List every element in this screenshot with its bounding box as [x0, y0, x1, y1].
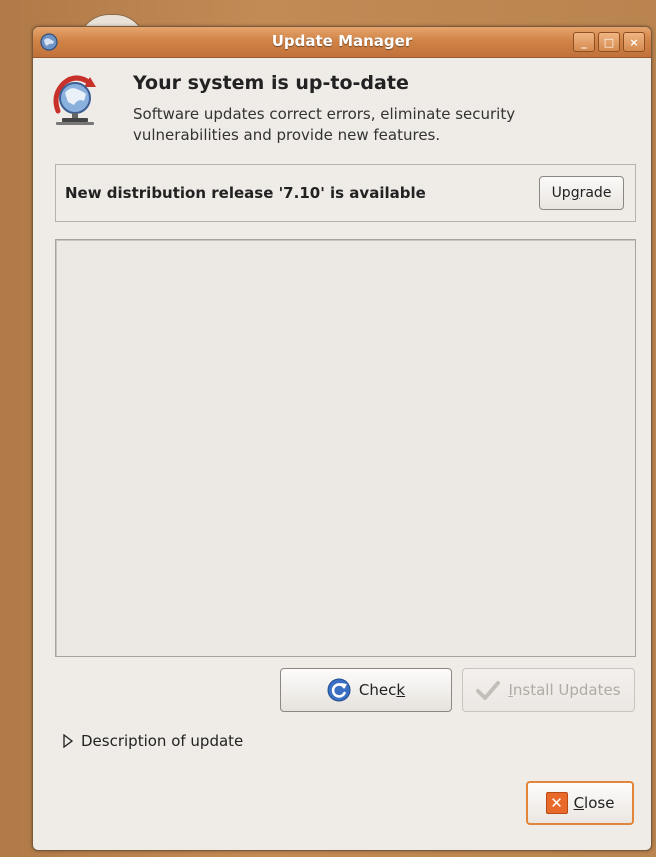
minimize-button[interactable]: _	[573, 32, 595, 52]
close-icon: ✕	[545, 792, 568, 814]
close-window-button[interactable]: ×	[623, 32, 645, 52]
maximize-button[interactable]: □	[598, 32, 620, 52]
update-manager-window: Update Manager _ □ × Your system is up-t…	[32, 26, 652, 851]
upgrade-button[interactable]: Up g rade	[539, 176, 624, 210]
description-expander[interactable]: Description of update	[63, 732, 243, 750]
close-mnemonic: C	[573, 794, 585, 812]
install-label: Install Updates	[508, 681, 620, 699]
status-heading: Your system is up-to-date	[133, 72, 409, 94]
checkmark-icon	[476, 681, 501, 700]
updates-list[interactable]	[55, 239, 636, 657]
title-bar[interactable]: Update Manager _ □ ×	[33, 27, 651, 58]
status-description: Software updates correct errors, elimina…	[133, 105, 516, 144]
release-notice: New distribution release '7.10' is avail…	[55, 164, 636, 222]
refresh-icon	[327, 678, 351, 702]
check-button[interactable]: Check	[280, 668, 452, 712]
close-label: Close	[574, 794, 615, 812]
check-label: Check	[359, 681, 405, 699]
close-button[interactable]: ✕ Close	[526, 781, 634, 825]
update-manager-icon	[53, 75, 96, 125]
close-label-suffix: lose	[584, 794, 615, 812]
upgrade-label-suffix: rade	[579, 185, 612, 201]
window-title: Update Manager	[271, 32, 413, 50]
check-mnemonic: k	[396, 681, 406, 699]
install-label-suffix: nstall Updates	[512, 681, 621, 699]
install-updates-button[interactable]: Install Updates	[462, 668, 635, 712]
expander-arrow-icon	[63, 734, 73, 748]
description-expander-label: Description of update	[81, 732, 244, 750]
check-label-prefix: Chec	[358, 681, 397, 699]
upgrade-label-prefix: Up	[551, 185, 571, 201]
upgrade-mnemonic: g	[570, 185, 580, 201]
release-notice-text: New distribution release '7.10' is avail…	[65, 184, 426, 202]
